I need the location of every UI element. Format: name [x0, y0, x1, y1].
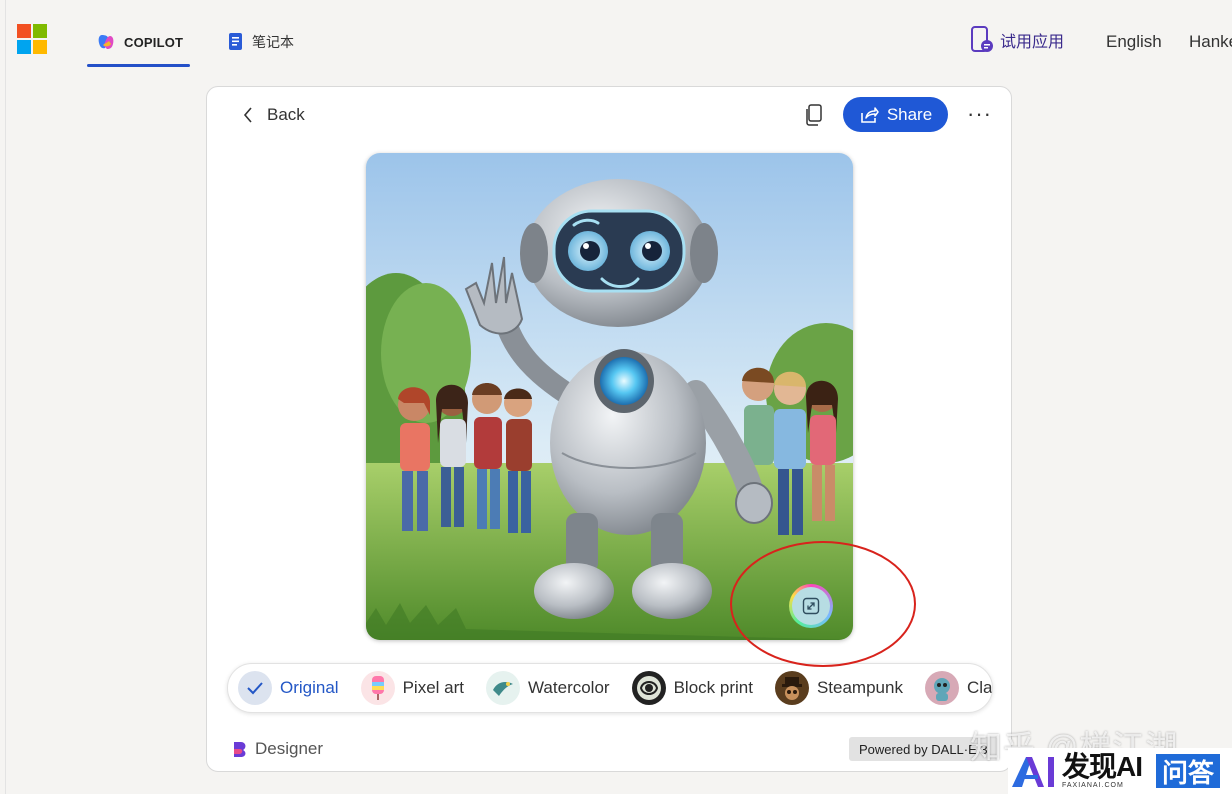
chevron-left-icon — [243, 107, 252, 123]
copy-icon[interactable] — [803, 103, 825, 127]
language-selector[interactable]: English — [1106, 32, 1162, 52]
faxianai-logo-icon — [1012, 757, 1054, 787]
robot-with-children-image — [366, 153, 853, 640]
faxianai-url: FAXIANAI.COM — [1062, 782, 1124, 789]
faxianai-badge: 发现AI FAXIANAI.COM 问答 — [1008, 748, 1232, 794]
user-name[interactable]: Hanke — [1189, 32, 1232, 52]
style-chip-claymation[interactable]: Cla — [915, 664, 993, 712]
claymation-thumbnail-icon — [924, 671, 959, 705]
back-label: Back — [267, 105, 305, 124]
more-options-icon[interactable]: ··· — [967, 101, 992, 127]
style-label: Block print — [673, 678, 753, 697]
share-icon — [861, 106, 879, 123]
style-chip-pixel-art[interactable]: Pixel art — [351, 664, 476, 712]
style-label: Steampunk — [816, 678, 903, 697]
try-app-label: 试用应用 — [1000, 34, 1065, 51]
generated-image[interactable] — [366, 153, 853, 640]
faxianai-title: 发现AI — [1062, 751, 1143, 782]
style-chip-block-print[interactable]: Block print — [622, 664, 765, 712]
wenda-label: 问答 — [1156, 754, 1221, 788]
expand-image-button[interactable] — [789, 584, 833, 628]
share-label: Share — [886, 104, 933, 124]
share-button[interactable]: Share — [843, 97, 948, 132]
try-app-button[interactable]: 试用应用 — [970, 26, 1064, 54]
style-chip-watercolor[interactable]: Watercolor — [476, 664, 622, 712]
active-tab-indicator — [87, 64, 190, 67]
style-label: Watercolor — [528, 678, 610, 697]
watercolor-thumbnail-icon — [486, 671, 521, 705]
tab-notebook-label: 笔记本 — [252, 34, 294, 50]
microsoft-logo[interactable] — [17, 24, 47, 54]
style-label: Cla — [966, 678, 993, 697]
notebook-icon — [229, 33, 242, 50]
image-detail-card: Back Share ··· Original Pixel art Waterc… — [206, 86, 1012, 772]
back-button[interactable]: Back — [243, 105, 305, 125]
style-selector: Original Pixel art Watercolor Block prin… — [227, 663, 993, 713]
expand-icon — [802, 597, 820, 615]
copilot-icon — [98, 35, 114, 49]
tab-copilot-label: COPILOT — [124, 34, 184, 50]
steampunk-thumbnail-icon — [774, 671, 809, 705]
left-divider — [5, 0, 6, 794]
style-label: Pixel art — [402, 678, 465, 697]
style-label: Original — [280, 678, 339, 697]
tab-notebook[interactable]: 笔记本 — [228, 30, 294, 54]
pixel-art-thumbnail-icon — [360, 671, 395, 705]
designer-label: Designer — [255, 739, 324, 758]
phone-app-icon — [971, 26, 993, 52]
designer-logo-icon — [234, 742, 246, 757]
tab-copilot[interactable]: COPILOT — [96, 30, 183, 54]
designer-link[interactable]: Designer — [231, 739, 323, 759]
style-chip-original[interactable]: Original — [228, 664, 351, 712]
block-print-thumbnail-icon — [631, 671, 666, 705]
check-icon — [238, 671, 272, 705]
style-chip-steampunk[interactable]: Steampunk — [765, 664, 915, 712]
